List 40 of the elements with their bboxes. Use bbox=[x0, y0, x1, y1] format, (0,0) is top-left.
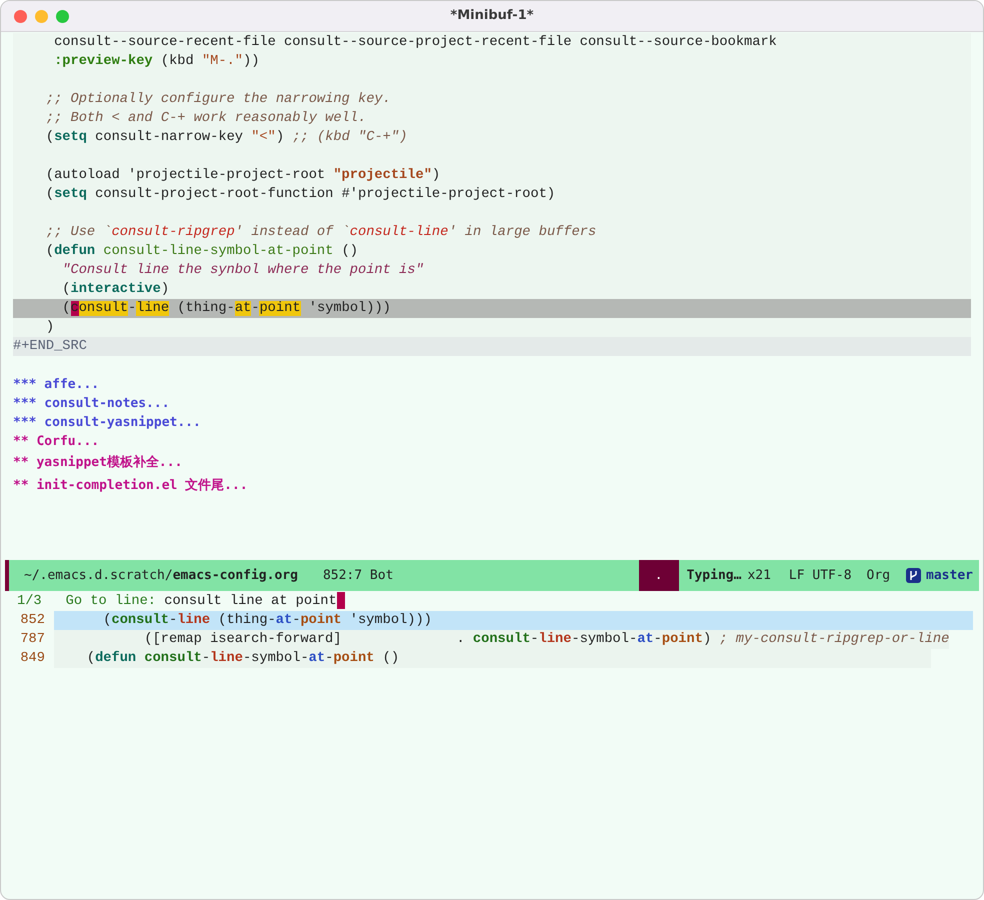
file-path: ~/.emacs.d.scratch/emacs-config.org bbox=[24, 566, 298, 585]
minibuffer-input[interactable]: consult line at point bbox=[164, 592, 337, 611]
repeat-count: x21 bbox=[747, 566, 771, 585]
match-count: 1/3 bbox=[16, 593, 42, 611]
code-line: consult--source-recent-file consult--source-project-recent-file consult--source-bookmark bbox=[53, 35, 777, 50]
code-line: (consult-line (thing-at-point 'symbol))) bbox=[61, 301, 391, 316]
code-line: (setq consult-project-root-function #'projectile-project-root) bbox=[44, 187, 556, 202]
close-button[interactable] bbox=[14, 10, 27, 23]
branch-name[interactable]: master bbox=[926, 566, 973, 586]
status-text: Typing… bbox=[686, 566, 742, 585]
prompt-label: Go to line: bbox=[66, 593, 158, 611]
text-cursor bbox=[336, 592, 345, 609]
modified-indicator: . bbox=[638, 560, 679, 591]
code-line: #+END_SRC bbox=[13, 339, 87, 354]
zoom-button[interactable] bbox=[56, 10, 69, 23]
line-number: 849 bbox=[19, 650, 45, 668]
heading-line[interactable]: ** yasnippet模板补全... bbox=[13, 455, 182, 470]
code-line: ) bbox=[44, 320, 54, 335]
line-number: 852 bbox=[19, 612, 45, 630]
line-number: 787 bbox=[19, 631, 45, 649]
heading-line[interactable]: ** Corfu... bbox=[13, 434, 100, 449]
minimize-button[interactable] bbox=[35, 10, 48, 23]
heading-line[interactable]: *** consult-yasnippet... bbox=[13, 415, 201, 430]
code-line: ;; Optionally configure the narrowing key. bbox=[44, 92, 391, 107]
code-line: (autoload 'projectile-project-root "projectile") bbox=[44, 168, 440, 183]
code-line: (setq consult-narrow-key "<") ;; (kbd "C-+") bbox=[44, 130, 408, 145]
heading-line[interactable]: *** affe... bbox=[13, 377, 100, 392]
code-line: "Consult line the synbol where the point is" bbox=[61, 263, 424, 278]
heading-line[interactable]: *** consult-notes... bbox=[13, 396, 170, 411]
cursor-position: 852:7 Bot bbox=[322, 566, 394, 585]
code-line: :preview-key (kbd "M-.")) bbox=[53, 54, 260, 69]
branch-icon bbox=[906, 568, 922, 583]
code-line: (defun consult-line-symbol-at-point () bbox=[44, 244, 358, 259]
heading-line[interactable]: ** init-completion.el 文件尾... bbox=[13, 478, 248, 493]
code-line: ;; Both < and C-+ work reasonably well. bbox=[44, 111, 366, 126]
encoding: LF UTF-8 bbox=[788, 566, 852, 585]
code-line: ;; Use `consult-ripgrep' instead of `consult-line' in large buffers bbox=[44, 225, 596, 240]
code-line: (interactive) bbox=[61, 282, 170, 297]
window-title: *Minibuf-1* bbox=[450, 7, 534, 26]
major-mode: Org bbox=[866, 566, 890, 585]
